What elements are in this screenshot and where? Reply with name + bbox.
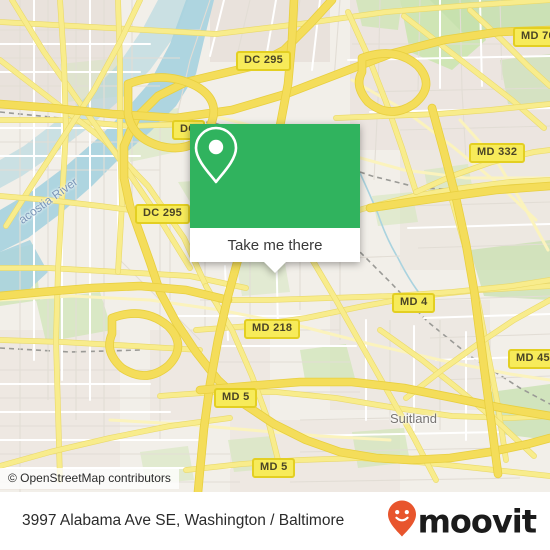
footer-bar: 3997 Alabama Ave SE, Washington / Baltim… (0, 492, 550, 550)
road-shield: MD 70 (513, 27, 550, 47)
moovit-wordmark: moovit (417, 502, 537, 540)
address-label: 3997 Alabama Ave SE, Washington / Baltim… (22, 512, 345, 529)
place-label-suitland: Suitland (390, 411, 437, 426)
road-shield: DC 295 (135, 204, 191, 224)
road-shield: DC 295 (236, 51, 292, 71)
road-shield: MD 5 (252, 458, 296, 478)
map-screenshot: .bg { fill:#f2efe9; } .park { fill:#cfe5… (0, 0, 550, 550)
road-shield: MD 4 (392, 293, 436, 313)
road-shield: MD 458 (508, 349, 550, 369)
popup-pointer (264, 262, 286, 273)
take-me-there-label: Take me there (227, 236, 323, 254)
popup-icon-area (190, 124, 360, 228)
map-canvas[interactable]: .bg { fill:#f2efe9; } .park { fill:#cfe5… (0, 0, 550, 492)
map-attribution[interactable]: © OpenStreetMap contributors (0, 468, 179, 489)
take-me-there-popup[interactable]: Take me there (190, 124, 360, 273)
road-shield: MD 218 (244, 319, 301, 339)
moovit-pin-icon (387, 500, 417, 543)
road-shield: MD 332 (469, 143, 526, 163)
road-shield: MD 5 (214, 388, 258, 408)
popup-action-bar[interactable]: Take me there (190, 228, 360, 273)
moovit-brand[interactable]: moovit (387, 500, 537, 543)
